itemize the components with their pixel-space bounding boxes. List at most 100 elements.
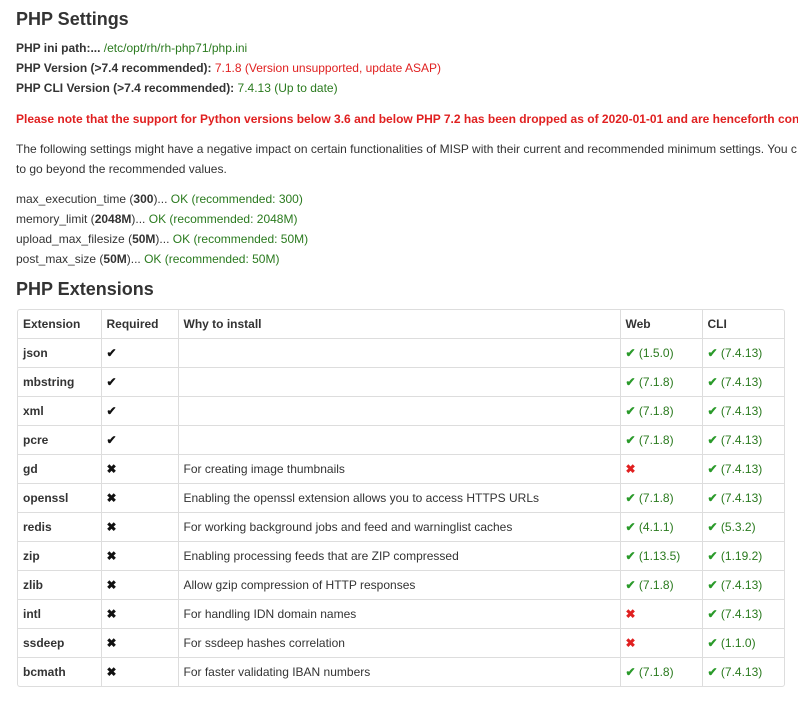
required-check-icon: ✔ [101,396,179,426]
web-status: ✔ (7.1.8) [620,367,703,397]
check-icon: ✔ [625,520,636,534]
setting-post-max-size: post_max_size (50M)... OK (recommended: … [16,252,280,266]
extension-why [178,367,621,397]
header-why: Why to install [178,310,621,339]
php-version-label: PHP Version (>7.4 recommended): [16,61,212,75]
cli-status: ✔ (7.4.13) [702,570,784,600]
web-version: (7.1.8) [638,491,674,505]
web-status: ✖ [620,454,703,484]
extension-name: redis [18,512,102,542]
required-check-icon: ✔ [101,425,179,455]
check-icon: ✔ [707,665,718,679]
check-icon: ✔ [707,491,718,505]
not-required-cross-icon: ✖ [101,454,179,484]
extension-why: For working background jobs and feed and… [178,512,621,542]
setting-status: OK (recommended: 2048M) [148,212,298,226]
web-status: ✖ [620,628,703,658]
required-check-icon: ✔ [101,338,179,368]
cross-icon: ✖ [625,462,636,476]
php-cli-version-label: PHP CLI Version (>7.4 recommended): [16,81,235,95]
web-version: (7.1.8) [638,433,674,447]
extension-why: Enabling processing feeds that are ZIP c… [178,541,621,571]
extension-name: xml [18,396,102,426]
setting-max-execution-time: max_execution_time (300)... OK (recommen… [16,192,303,206]
php-version-line: PHP Version (>7.4 recommended): 7.1.8 (V… [16,60,441,76]
table-row: zlib ✖ Allow gzip compression of HTTP resp… [18,570,784,600]
web-version: (7.1.8) [638,578,674,592]
web-status: ✔ (7.1.8) [620,483,703,513]
setting-name: post_max_size [16,252,97,266]
check-icon: ✔ [707,636,718,650]
not-required-cross-icon: ✖ [101,512,179,542]
check-icon: ✔ [707,520,718,534]
check-icon: ✔ [625,375,636,389]
setting-value: 2048M [94,212,132,226]
cli-version: (7.4.13) [720,346,763,360]
php-extensions-title: PHP Extensions [16,279,154,299]
web-status: ✔ (1.13.5) [620,541,703,571]
setting-value: 300 [133,192,154,206]
web-version: (4.1.1) [638,520,674,534]
cli-status: ✔ (7.4.13) [702,483,784,513]
extension-name: zlib [18,570,102,600]
extension-name: bcmath [18,657,102,686]
ini-path-label: PHP ini path:... [16,41,101,55]
ini-path-line: PHP ini path:... /etc/opt/rh/rh-php71/ph… [16,40,247,56]
setting-status: OK (recommended: 50M) [144,252,280,266]
table-header-row: Extension Required Why to install Web CL… [18,310,784,339]
web-version: (7.1.8) [638,375,674,389]
not-required-cross-icon: ✖ [101,628,179,658]
setting-memory-limit: memory_limit (2048M)... OK (recommended:… [16,212,298,226]
check-icon: ✔ [707,404,718,418]
required-check-icon: ✔ [101,367,179,397]
extension-name: pcre [18,425,102,455]
php-version-value: 7.1.8 (Version unsupported, update ASAP) [214,61,442,75]
table-row: xml ✔ ✔ (7.1.8) ✔ (7.4.13) [18,396,784,426]
cli-status: ✔ (7.4.13) [702,367,784,397]
cli-status: ✔ (1.19.2) [702,541,784,571]
cli-version: (7.4.13) [720,462,763,476]
cli-status: ✔ (1.1.0) [702,628,784,658]
cli-status: ✔ (7.4.13) [702,454,784,484]
web-status: ✔ (4.1.1) [620,512,703,542]
web-status: ✖ [620,599,703,629]
check-icon: ✔ [625,433,636,447]
cli-version: (7.4.13) [720,607,763,621]
extension-name: intl [18,599,102,629]
php-settings-title: PHP Settings [16,9,129,29]
check-icon: ✔ [707,578,718,592]
php-cli-version-line: PHP CLI Version (>7.4 recommended): 7.4.… [16,80,338,96]
check-icon: ✔ [707,607,718,621]
header-cli: CLI [707,317,727,331]
table-row: zip ✖ Enabling processing feeds that are Z… [18,541,784,571]
header-web: Web [620,310,703,339]
web-status: ✔ (7.1.8) [620,570,703,600]
not-required-cross-icon: ✖ [101,570,179,600]
cli-version: (7.4.13) [720,404,763,418]
table-row: mbstring ✔ ✔ (7.1.8) ✔ (7.4.13) [18,367,784,397]
cli-status: ✔ (7.4.13) [702,396,784,426]
extension-why: For creating image thumbnails [178,454,621,484]
cli-version: (7.4.13) [720,665,763,679]
extension-name: mbstring [18,367,102,397]
table-row: gd ✖ For creating image thumbnails ✖ ✔ (7.4.… [18,454,784,484]
extension-why: For ssdeep hashes correlation [178,628,621,658]
check-icon: ✔ [707,433,718,447]
web-version: (7.1.8) [638,404,674,418]
extension-name: zip [18,541,102,571]
check-icon: ✔ [707,346,718,360]
extension-name: gd [18,454,102,484]
table-row: json ✔ ✔ (1.5.0) ✔ (7.4.13) [18,338,784,368]
check-icon: ✔ [625,404,636,418]
cross-icon: ✖ [625,636,636,650]
setting-status: OK (recommended: 300) [170,192,303,206]
extension-why: Enabling the openssl extension allows yo… [178,483,621,513]
cross-icon: ✖ [625,607,636,621]
web-status: ✔ (7.1.8) [620,425,703,455]
cli-version: (1.1.0) [720,636,756,650]
table-row: openssl ✖ Enabling the openssl extension a… [18,483,784,513]
web-version: (1.5.0) [638,346,674,360]
table-row: pcre ✔ ✔ (7.1.8) ✔ (7.4.13) [18,425,784,455]
extension-name: openssl [18,483,102,513]
header-required: Required [101,310,179,339]
